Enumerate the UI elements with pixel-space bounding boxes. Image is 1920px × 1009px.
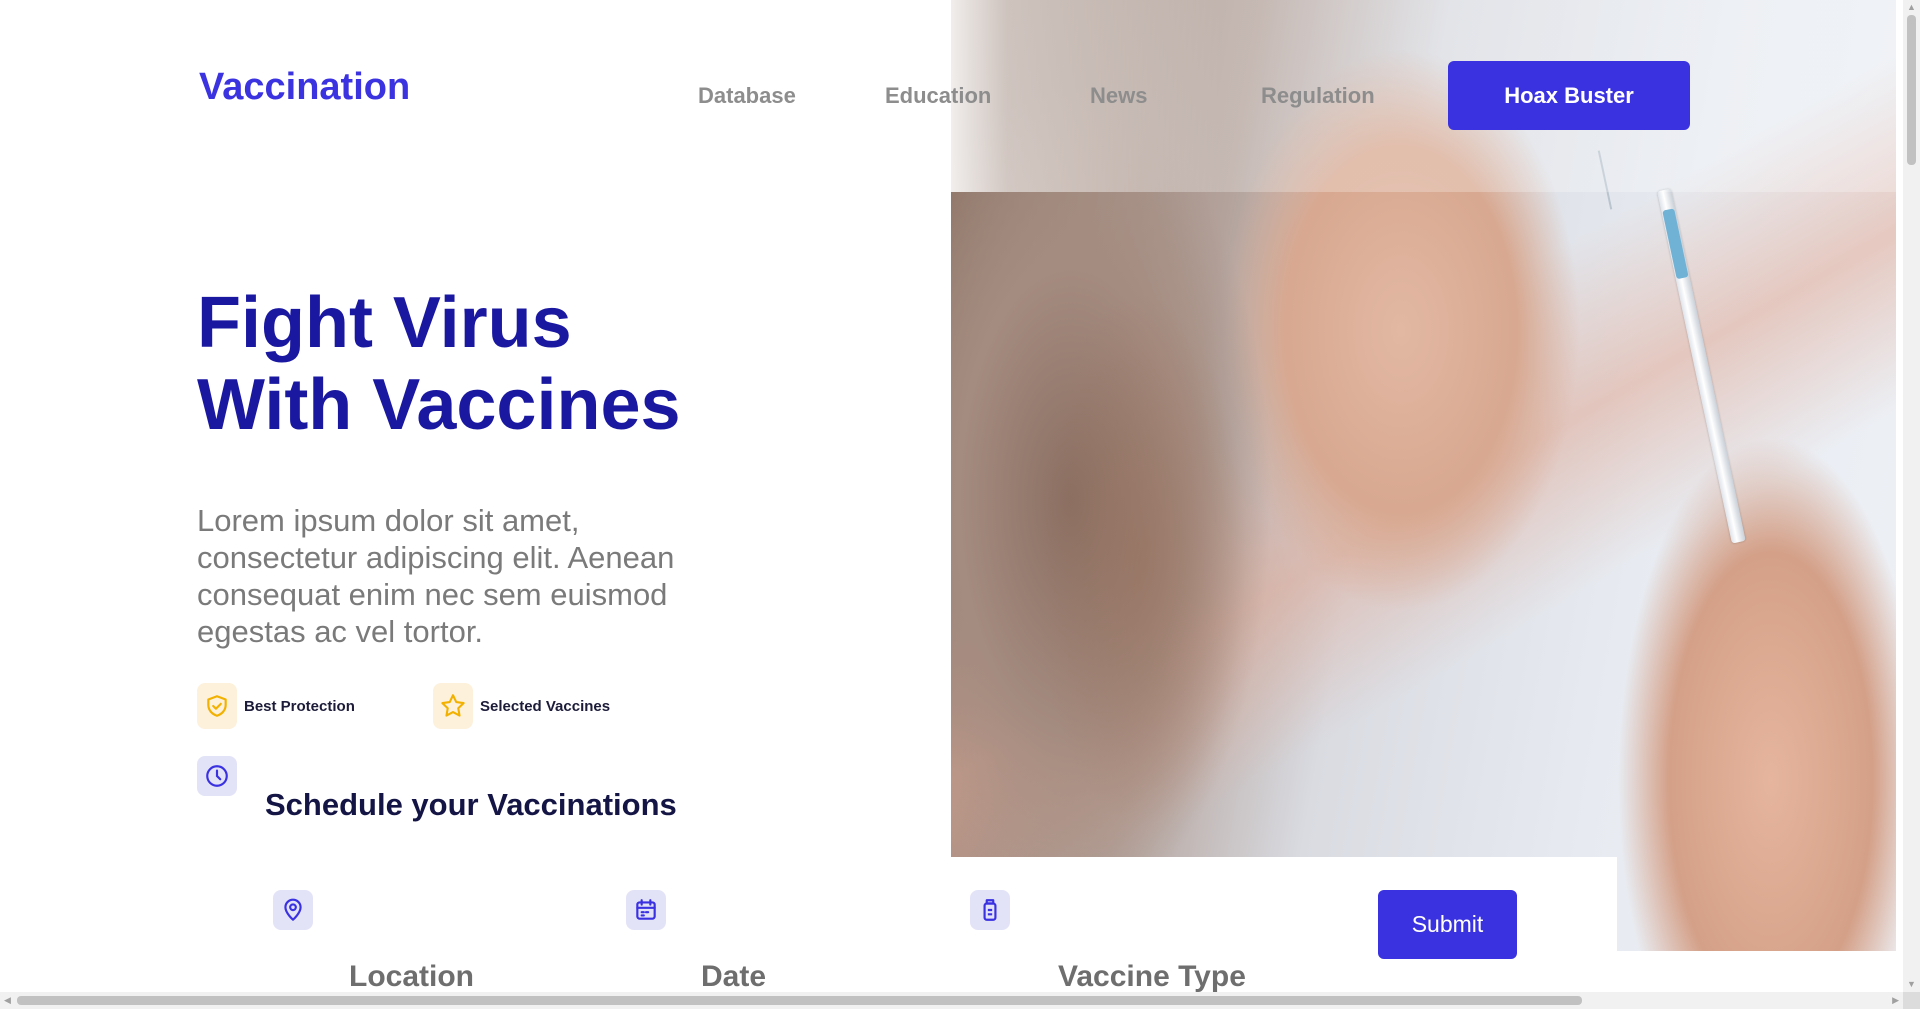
- location-pin-icon: [273, 890, 313, 930]
- schedule-form-card: [951, 857, 1617, 951]
- field-label-date: Date: [701, 960, 767, 993]
- field-label-location: Location: [349, 960, 474, 993]
- hero-title-line-1: Fight Virus: [197, 283, 572, 363]
- hero-title: Fight Virus With Vaccines: [197, 282, 681, 446]
- hero-title-line-2: With Vaccines: [197, 365, 681, 445]
- submit-button[interactable]: Submit: [1378, 890, 1517, 959]
- syringe: [1657, 188, 1746, 544]
- scroll-up-arrow-icon[interactable]: ▲: [1907, 3, 1916, 12]
- horizontal-scrollbar-thumb[interactable]: [17, 996, 1582, 1005]
- logo[interactable]: Vaccination: [199, 66, 410, 109]
- nav-link-education[interactable]: Education: [885, 83, 991, 109]
- schedule-title: Schedule your Vaccinations: [265, 787, 677, 822]
- hero-description: Lorem ipsum dolor sit amet, consectetur …: [197, 503, 675, 649]
- feature-selected-vaccines: Selected Vaccines: [433, 683, 610, 729]
- calendar-icon: [626, 890, 666, 930]
- scroll-right-arrow-icon[interactable]: ▶: [1892, 996, 1899, 1005]
- scrollbar-corner: [1903, 992, 1920, 1009]
- star-icon: [433, 683, 473, 729]
- header-overlay: [930, 0, 1900, 192]
- clock-icon: [197, 756, 237, 796]
- scroll-left-arrow-icon[interactable]: ◀: [4, 996, 11, 1005]
- nav-link-database[interactable]: Database: [698, 83, 796, 109]
- feature-label: Best Protection: [244, 697, 355, 715]
- vertical-scrollbar-thumb[interactable]: [1907, 15, 1916, 165]
- hoax-buster-button[interactable]: Hoax Buster: [1448, 61, 1690, 130]
- nav-link-news[interactable]: News: [1090, 83, 1147, 109]
- nav-link-regulation[interactable]: Regulation: [1261, 83, 1375, 109]
- horizontal-scrollbar[interactable]: ◀ ▶: [0, 992, 1903, 1009]
- feature-best-protection: Best Protection: [197, 683, 355, 729]
- feature-label: Selected Vaccines: [480, 697, 611, 715]
- scroll-down-arrow-icon[interactable]: ▼: [1907, 980, 1916, 989]
- field-label-vaccine-type: Vaccine Type: [1058, 960, 1246, 993]
- vertical-scrollbar[interactable]: ▲ ▼: [1903, 0, 1920, 992]
- shield-check-icon: [197, 683, 237, 729]
- vaccine-bottle-icon: [970, 890, 1010, 930]
